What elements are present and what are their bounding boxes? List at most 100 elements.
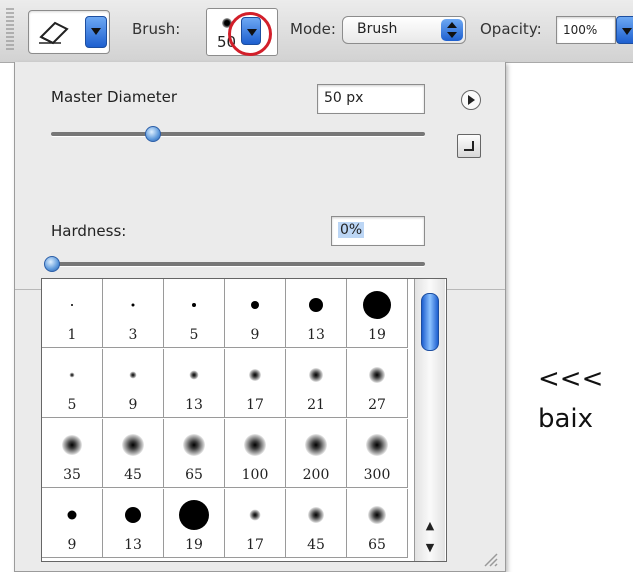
brush-preset-size: 27: [368, 397, 386, 413]
brush-preset[interactable]: 1: [42, 279, 103, 348]
resize-grip-icon[interactable]: [481, 550, 499, 568]
mode-value: Brush: [357, 21, 398, 37]
brush-tip-icon: [122, 434, 144, 456]
options-bar: Brush: 50 Mode: Brush Opacity: 100%: [0, 0, 633, 63]
tool-preset-picker[interactable]: [28, 10, 110, 54]
brush-preset-size: 35: [63, 467, 81, 483]
brush-tip-icon: [131, 303, 135, 307]
opacity-value: 100%: [563, 23, 598, 37]
brush-preset-size: 13: [307, 327, 325, 343]
brush-preset-size: 9: [128, 397, 138, 413]
brush-preset[interactable]: 13: [164, 349, 225, 418]
brush-tip-icon: [179, 500, 209, 530]
brush-preset[interactable]: 13: [103, 489, 164, 558]
brush-preset[interactable]: 9: [42, 489, 103, 558]
brush-tip-icon: [305, 434, 327, 456]
master-diameter-label: Master Diameter: [51, 88, 178, 106]
brush-preset-size: 21: [307, 397, 325, 413]
master-diameter-slider-track[interactable]: [51, 132, 425, 136]
scroll-down-button[interactable]: ▼: [415, 537, 445, 559]
brush-preset-size: 65: [185, 467, 203, 483]
brush-preset-size: 17: [246, 397, 264, 413]
brush-preset-size: 19: [185, 537, 203, 553]
master-diameter-input[interactable]: 50 px: [317, 84, 425, 114]
brush-preset[interactable]: 17: [225, 349, 286, 418]
brush-preset-size: 5: [189, 327, 199, 343]
overlay-arrow-text: <<<: [538, 364, 604, 394]
brush-tip-icon: [71, 304, 73, 306]
brush-preset[interactable]: 200: [286, 419, 347, 488]
opacity-dropdown-button[interactable]: [616, 16, 633, 44]
brush-tip-icon: [69, 372, 75, 378]
brush-preset[interactable]: 13: [286, 279, 347, 348]
brush-preset[interactable]: 300: [347, 419, 408, 488]
brush-preset[interactable]: 5: [42, 349, 103, 418]
brush-tip-icon: [309, 298, 323, 312]
brush-tip-icon: [249, 509, 261, 521]
brush-preset[interactable]: 45: [286, 489, 347, 558]
brush-preset-list: 1 3 5 9 13 19 5 9 13 17 21 27 35 45 65 100 200 300 9 13 19 17…: [41, 278, 447, 562]
brush-preset[interactable]: 9: [103, 349, 164, 418]
brush-preset[interactable]: 27: [347, 349, 408, 418]
brush-tip-icon: [67, 510, 77, 520]
brush-tip-icon: [183, 434, 205, 456]
overlay-caption-text: baix: [538, 404, 594, 434]
brush-preset-size: 3: [128, 327, 138, 343]
preset-list-scrollbar[interactable]: ▲ ▼: [414, 279, 445, 561]
brush-preset-size: 17: [246, 537, 264, 553]
scroll-up-button[interactable]: ▲: [415, 515, 445, 537]
brush-preset[interactable]: 19: [164, 489, 225, 558]
scrollbar-thumb[interactable]: [421, 293, 439, 351]
master-diameter-value: 50 px: [324, 90, 364, 106]
brush-tip-icon: [244, 434, 266, 456]
hardness-input[interactable]: 0%: [331, 216, 425, 246]
brush-tip-icon: [129, 371, 137, 379]
brush-tip-icon: [249, 369, 261, 381]
hardness-value: 0%: [338, 222, 365, 238]
brush-tip-icon: [363, 291, 391, 319]
brush-preset[interactable]: 17: [225, 489, 286, 558]
brush-label: Brush:: [132, 20, 181, 38]
brush-preset[interactable]: 45: [103, 419, 164, 488]
brush-tip-icon: [189, 370, 199, 380]
brush-tip-icon: [366, 434, 388, 456]
brush-preset-size: 65: [368, 537, 386, 553]
master-diameter-slider-handle[interactable]: [144, 126, 161, 142]
highlight-circle: [228, 12, 272, 56]
brush-tip-icon: [309, 368, 323, 382]
brush-tip-icon: [62, 435, 82, 455]
brush-preset[interactable]: 19: [347, 279, 408, 348]
opacity-label: Opacity:: [480, 20, 542, 38]
brush-tip-icon: [125, 507, 141, 523]
brush-preset-size: 9: [250, 327, 260, 343]
brush-preset[interactable]: 21: [286, 349, 347, 418]
brush-preset[interactable]: 65: [347, 489, 408, 558]
brush-preset[interactable]: 3: [103, 279, 164, 348]
mode-select[interactable]: Brush: [342, 16, 466, 44]
brush-preset[interactable]: 9: [225, 279, 286, 348]
tool-preset-dropdown-button[interactable]: [85, 16, 107, 48]
hardness-slider-handle[interactable]: [44, 256, 60, 272]
brush-preset-size: 45: [124, 467, 142, 483]
brush-tip-icon: [369, 367, 385, 383]
brush-preset-size: 9: [67, 537, 77, 553]
save-preset-button[interactable]: [457, 134, 481, 158]
opacity-input[interactable]: 100%: [556, 16, 616, 44]
brush-preset-size: 300: [363, 467, 391, 483]
brush-preset[interactable]: 100: [225, 419, 286, 488]
brush-preset-size: 5: [67, 397, 77, 413]
brush-preset-size: 200: [302, 467, 330, 483]
hardness-slider-track[interactable]: [51, 262, 425, 266]
brush-preset[interactable]: 65: [164, 419, 225, 488]
brush-preset-size: 1: [67, 327, 77, 343]
brush-preset-size: 100: [241, 467, 269, 483]
hardness-label: Hardness:: [51, 222, 127, 240]
brush-tip-icon: [251, 301, 259, 309]
brush-preset[interactable]: 5: [164, 279, 225, 348]
panel-menu-button[interactable]: [461, 90, 481, 110]
eraser-icon: [39, 21, 69, 45]
brush-preset-size: 13: [185, 397, 203, 413]
toolbar-grip[interactable]: [6, 8, 14, 52]
brush-preset[interactable]: 35: [42, 419, 103, 488]
mode-stepper-icon: [441, 19, 463, 41]
